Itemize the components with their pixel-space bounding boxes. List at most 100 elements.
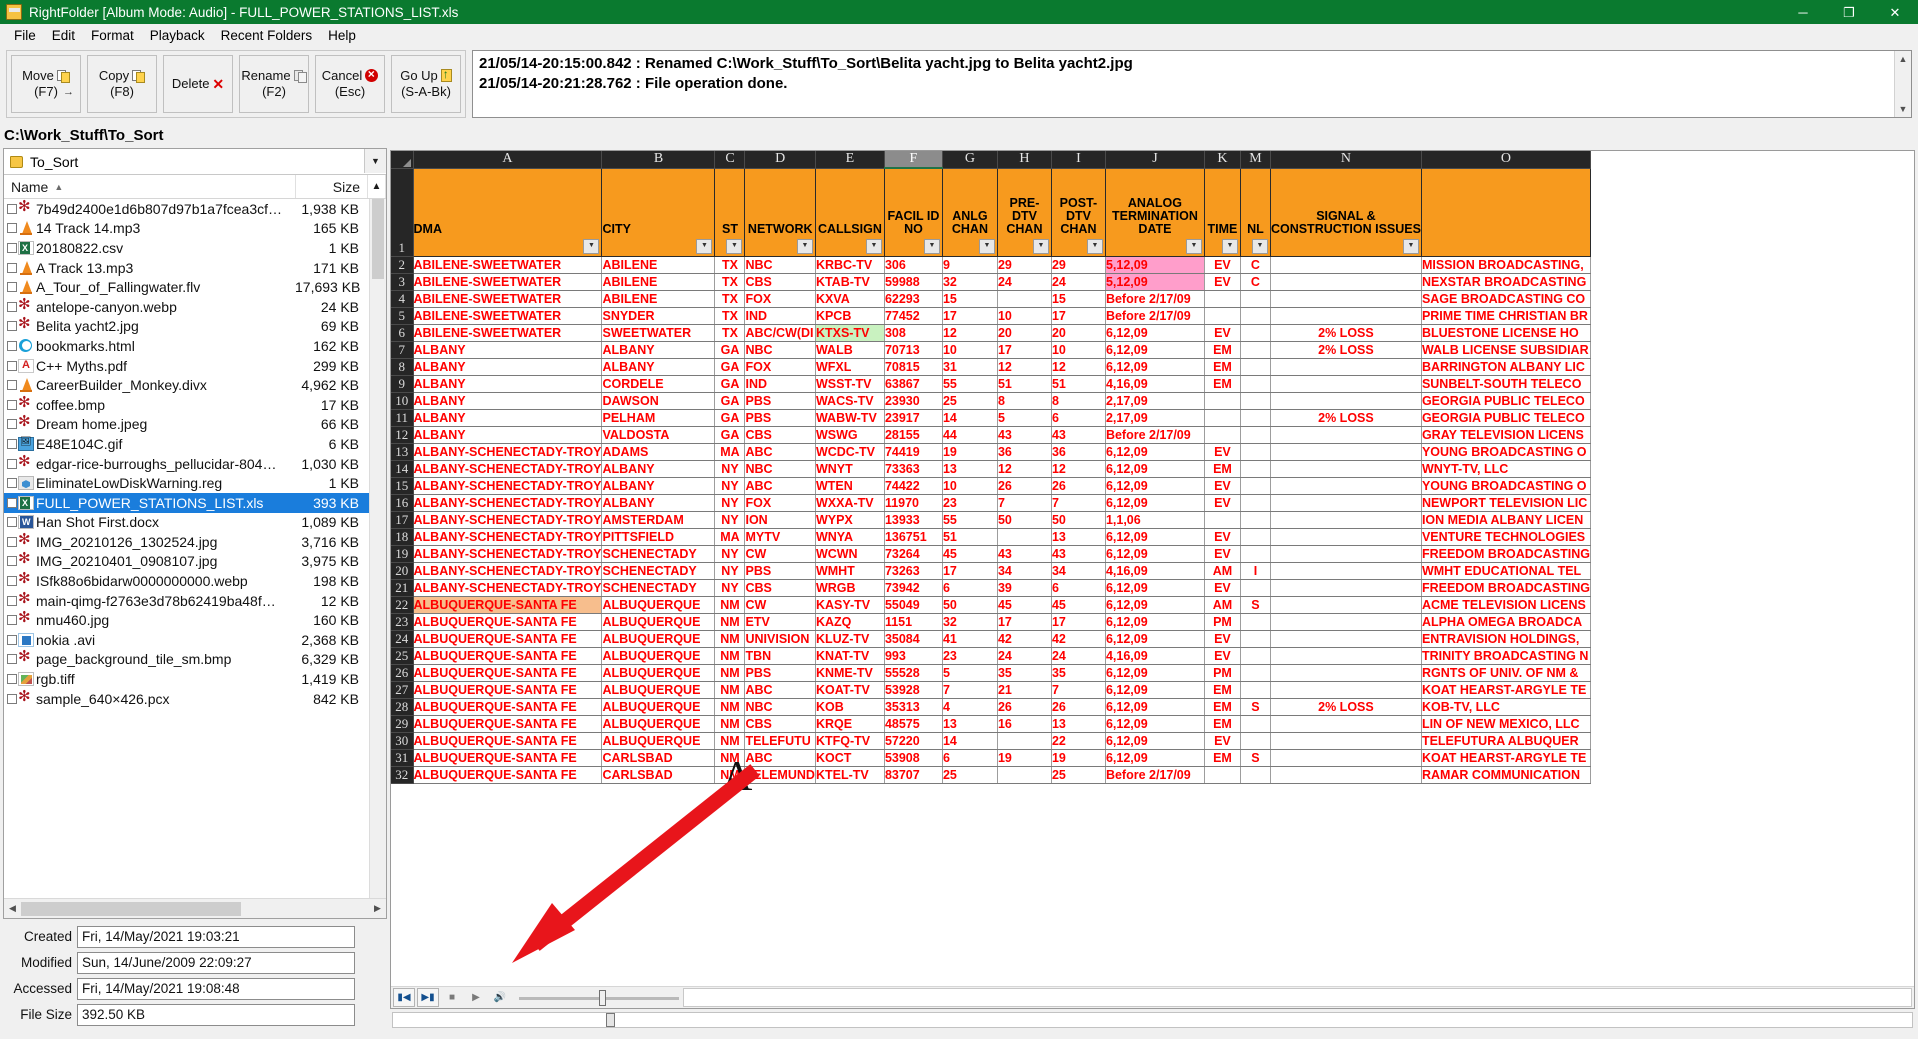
row-number[interactable]: 16 [391, 494, 414, 512]
spreadsheet-cell[interactable]: ALBUQUERQUE [601, 664, 716, 682]
spreadsheet-cell[interactable] [997, 732, 1052, 750]
spreadsheet-cell[interactable]: 15 [1051, 290, 1106, 308]
row-number[interactable]: 9 [391, 375, 414, 393]
spreadsheet-cell[interactable]: 51 [942, 528, 998, 546]
spreadsheet-cell[interactable]: ABILENE [601, 256, 716, 274]
spreadsheet-cell[interactable]: EV [1204, 477, 1241, 495]
row-number[interactable]: 5 [391, 307, 414, 325]
spreadsheet-cell[interactable]: 55 [942, 375, 998, 393]
spreadsheet-cell[interactable]: ALBANY [413, 358, 603, 376]
spreadsheet-cell[interactable]: ALBANY [413, 392, 603, 410]
spreadsheet-cell[interactable]: EV [1204, 443, 1241, 461]
spreadsheet-cell[interactable]: ABILENE-SWEETWATER [413, 273, 603, 291]
spreadsheet-cell[interactable]: 51 [1051, 375, 1106, 393]
spreadsheet-cell[interactable] [1270, 596, 1422, 614]
spreadsheet-cell[interactable]: EV [1204, 256, 1241, 274]
spreadsheet-cell[interactable]: PBS [744, 664, 816, 682]
spreadsheet-cell[interactable]: WNYT [815, 460, 885, 478]
spreadsheet-cell[interactable]: 2% LOSS [1270, 698, 1422, 716]
spreadsheet-cell[interactable]: 6,12,09 [1105, 664, 1205, 682]
spreadsheet-cell[interactable]: 15 [942, 290, 998, 308]
spreadsheet-cell[interactable]: ABILENE-SWEETWATER [413, 290, 603, 308]
hscroll-thumb[interactable] [21, 901, 241, 916]
spreadsheet-cell[interactable]: KOAT-TV [815, 681, 885, 699]
spreadsheet-cell[interactable]: 19 [1051, 749, 1106, 767]
spreadsheet-cell[interactable]: 14 [942, 732, 998, 750]
column-letter-H[interactable]: H [997, 151, 1052, 169]
spreadsheet-cell[interactable]: NY [714, 494, 746, 512]
spreadsheet-cell[interactable]: 35084 [884, 630, 943, 648]
spreadsheet-cell[interactable]: 77452 [884, 307, 943, 325]
spreadsheet-cell[interactable]: 17 [942, 307, 998, 325]
spreadsheet-cell[interactable] [1240, 443, 1271, 461]
spreadsheet-cell[interactable]: BARRINGTON ALBANY LIC [1421, 358, 1592, 376]
spreadsheet-cell[interactable]: 13 [1051, 528, 1106, 546]
spreadsheet-cell[interactable]: ALBUQUERQUE-SANTA FE [413, 630, 603, 648]
spreadsheet-cell[interactable]: 993 [884, 647, 943, 665]
spreadsheet-cell[interactable]: 25 [942, 392, 998, 410]
spreadsheet-cell[interactable]: FOX [744, 494, 816, 512]
spreadsheet-cell[interactable]: 8 [1051, 392, 1106, 410]
spreadsheet-cell[interactable]: 2,17,09 [1105, 409, 1205, 427]
spreadsheet-cell[interactable]: NM [714, 630, 746, 648]
file-checkbox[interactable] [7, 203, 17, 214]
spreadsheet-cell[interactable]: WMHT EDUCATIONAL TEL [1421, 562, 1592, 580]
metadata-value[interactable]: Fri, 14/May/2021 19:03:21 [77, 925, 355, 948]
spreadsheet-cell[interactable]: 4 [942, 698, 998, 716]
spreadsheet-cell[interactable]: ALBANY-SCHENECTADY-TROY [413, 579, 603, 597]
spreadsheet-cell[interactable] [1240, 528, 1271, 546]
spreadsheet-cell[interactable]: EM [1204, 681, 1241, 699]
spreadsheet-cell[interactable]: 6,12,09 [1105, 613, 1205, 631]
spreadsheet-cell[interactable]: WNYT-TV, LLC [1421, 460, 1592, 478]
spreadsheet-cell[interactable] [1270, 681, 1422, 699]
file-checkbox[interactable] [7, 517, 17, 528]
spreadsheet-cell[interactable]: CBS [744, 579, 816, 597]
spreadsheet-cell[interactable]: I [1240, 562, 1271, 580]
file-checkbox[interactable] [7, 615, 17, 626]
column-letter-G[interactable]: G [942, 151, 998, 169]
spreadsheet-cell[interactable]: NY [714, 562, 746, 580]
spreadsheet-cell[interactable]: 41 [942, 630, 998, 648]
row-number[interactable]: 23 [391, 613, 414, 631]
spreadsheet-cell[interactable]: SNYDER [601, 307, 716, 325]
spreadsheet-cell[interactable]: FREEDOM BROADCASTING [1421, 579, 1592, 597]
spreadsheet-cell[interactable]: BLUESTONE LICENSE HO [1421, 324, 1592, 342]
spreadsheet-cell[interactable]: KOAT HEARST-ARGYLE TE [1421, 681, 1592, 699]
spreadsheet-cell[interactable]: PBS [744, 392, 816, 410]
spreadsheet-cell[interactable]: 4,16,09 [1105, 562, 1205, 580]
spreadsheet-cell[interactable]: CARLSBAD [601, 766, 716, 784]
file-checkbox[interactable] [7, 595, 17, 606]
spreadsheet-cell[interactable]: 26 [997, 698, 1052, 716]
spreadsheet-cell[interactable]: TELEFUTU [744, 732, 816, 750]
spreadsheet-cell[interactable]: 9 [942, 256, 998, 274]
row-number[interactable]: 2 [391, 256, 414, 274]
minimize-button[interactable]: ─ [1780, 0, 1826, 24]
filter-dropdown-icon[interactable]: ▼ [696, 238, 713, 254]
spreadsheet-cell[interactable]: 6,12,09 [1105, 681, 1205, 699]
spreadsheet-cell[interactable] [1240, 630, 1271, 648]
spreadsheet-cell[interactable]: RAMAR COMMUNICATION [1421, 766, 1592, 784]
spreadsheet-cell[interactable]: 6,12,09 [1105, 630, 1205, 648]
spreadsheet-cell[interactable]: 7 [1051, 494, 1106, 512]
spreadsheet-cell[interactable]: 12 [997, 460, 1052, 478]
spreadsheet-cell[interactable]: 36 [1051, 443, 1106, 461]
spreadsheet-cell[interactable]: NY [714, 477, 746, 495]
spreadsheet-cell[interactable]: GA [714, 358, 746, 376]
spreadsheet-cell[interactable]: 2% LOSS [1270, 341, 1422, 359]
spreadsheet-cell[interactable]: WNYA [815, 528, 885, 546]
spreadsheet-cell[interactable]: 25 [942, 766, 998, 784]
file-list-item[interactable]: main-qimg-f2763e3d78b62419ba48f… 12 KB [4, 591, 369, 611]
column-letter-K[interactable]: K [1204, 151, 1241, 169]
spreadsheet-cell[interactable]: 22 [1051, 732, 1106, 750]
spreadsheet-cell[interactable] [1270, 613, 1422, 631]
spreadsheet-cell[interactable]: 5 [997, 409, 1052, 427]
row-number[interactable]: 31 [391, 749, 414, 767]
spreadsheet-cell[interactable]: ALBANY [601, 460, 716, 478]
filter-dropdown-icon[interactable]: ▼ [923, 238, 940, 254]
spreadsheet-cell[interactable]: 73942 [884, 579, 943, 597]
spreadsheet-cell[interactable]: KPCB [815, 307, 885, 325]
spreadsheet-cell[interactable]: NM [714, 715, 746, 733]
spreadsheet-cell[interactable]: EV [1204, 528, 1241, 546]
spreadsheet-cell[interactable]: SUNBELT-SOUTH TELECO [1421, 375, 1592, 393]
spreadsheet-cell[interactable]: TBN [744, 647, 816, 665]
